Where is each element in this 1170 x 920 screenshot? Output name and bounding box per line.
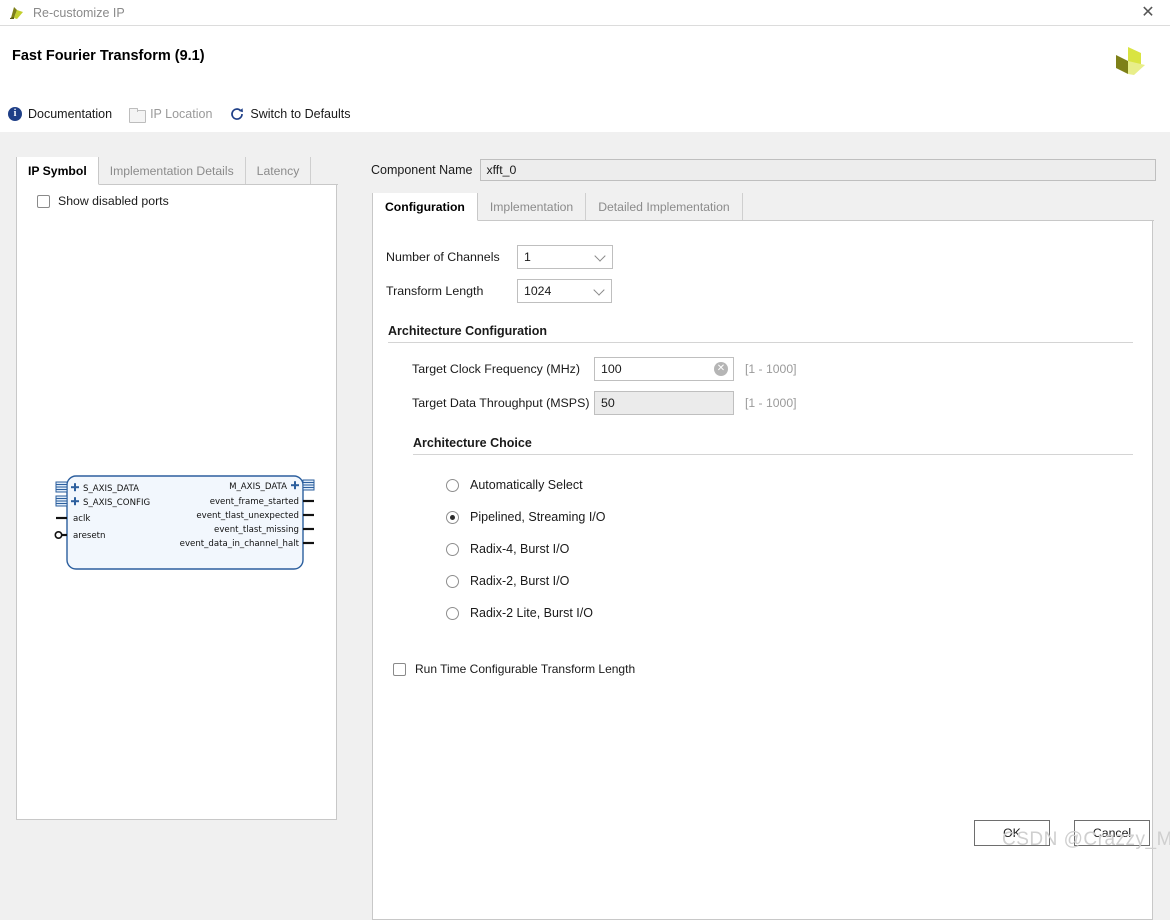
svg-text:event_data_in_channel_halt: event_data_in_channel_halt — [180, 539, 300, 549]
radio-button — [446, 510, 459, 524]
ip-symbol-diagram: S_AXIS_DATA S_AXIS_CONFIG aclk aresetn M… — [53, 470, 323, 580]
close-icon[interactable]: ✕ — [1126, 0, 1170, 26]
tab-implementation-details[interactable]: Implementation Details — [99, 157, 246, 184]
switch-to-defaults-label: Switch to Defaults — [250, 107, 351, 121]
radio-radix-4-burst-io-label: Radix-4, Burst I/O — [470, 542, 570, 556]
svg-text:event_frame_started: event_frame_started — [210, 497, 299, 507]
target-data-throughput-row: Target Data Throughput (MSPS) [1 - 1000] — [412, 391, 1154, 415]
svg-text:M_AXIS_DATA: M_AXIS_DATA — [229, 482, 287, 492]
radio-button — [446, 478, 459, 492]
clear-icon[interactable]: ✕ — [714, 362, 728, 376]
right-tabs-filler — [743, 193, 1154, 220]
window-titlebar: Re-customize IP ✕ — [0, 0, 1170, 26]
radio-radix-2-lite-burst-io[interactable]: Radix-2 Lite, Burst I/O — [446, 606, 1154, 620]
component-name-row: Component Name — [371, 159, 1157, 181]
component-name-input[interactable] — [480, 159, 1157, 181]
tab-latency-label: Latency — [256, 163, 300, 178]
architecture-choice-section: Architecture Choice — [413, 436, 1133, 455]
run-time-configurable-label: Run Time Configurable Transform Length — [415, 662, 636, 676]
show-disabled-ports-checkbox[interactable]: Show disabled ports — [37, 194, 169, 208]
show-disabled-ports-label: Show disabled ports — [58, 194, 169, 208]
target-data-throughput-label: Target Data Throughput (MSPS) — [412, 396, 590, 410]
right-panel-tabs: Configuration Implementation Detailed Im… — [373, 193, 1154, 221]
number-of-channels-row: Number of Channels 1 — [386, 245, 1154, 269]
architecture-configuration-section: Architecture Configuration — [388, 324, 1133, 343]
component-name-label: Component Name — [371, 163, 473, 177]
chevron-down-icon — [594, 250, 606, 262]
target-data-throughput-input — [594, 391, 734, 415]
ok-button[interactable]: OK — [974, 820, 1050, 846]
transform-length-row: Transform Length 1024 — [386, 279, 1154, 303]
tab-implementation-details-label: Implementation Details — [109, 163, 234, 178]
target-clock-frequency-row: Target Clock Frequency (MHz) ✕ [1 - 1000… — [412, 357, 1154, 381]
tab-ip-symbol[interactable]: IP Symbol — [17, 157, 99, 185]
number-of-channels-label: Number of Channels — [386, 250, 500, 264]
radio-pipelined-streaming-io[interactable]: Pipelined, Streaming I/O — [446, 510, 1154, 524]
tab-configuration-label: Configuration — [385, 199, 465, 214]
cancel-button[interactable]: Cancel — [1074, 820, 1150, 846]
svg-text:event_tlast_missing: event_tlast_missing — [214, 525, 299, 535]
configuration-form: Number of Channels 1 Transform Length 10… — [373, 222, 1154, 676]
architecture-configuration-heading: Architecture Configuration — [388, 324, 548, 338]
target-clock-frequency-label: Target Clock Frequency (MHz) — [412, 362, 581, 376]
refresh-icon — [229, 107, 244, 122]
tab-detailed-implementation[interactable]: Detailed Implementation — [586, 193, 743, 220]
ip-symbol-panel: IP Symbol Implementation Details Latency… — [16, 157, 338, 820]
tab-detailed-implementation-label: Detailed Implementation — [598, 199, 730, 214]
ip-location-label: IP Location — [150, 107, 213, 121]
xilinx-logo-icon — [8, 4, 26, 22]
switch-to-defaults-link[interactable]: Switch to Defaults — [229, 107, 350, 122]
target-data-throughput-range: [1 - 1000] — [745, 396, 797, 410]
target-clock-frequency-input[interactable] — [594, 357, 734, 381]
radio-radix-2-burst-io[interactable]: Radix-2, Burst I/O — [446, 574, 1154, 588]
folder-icon — [129, 107, 147, 123]
radio-radix-2-burst-io-label: Radix-2, Burst I/O — [470, 574, 570, 588]
toolbar: i Documentation IP Location Switch to De… — [0, 96, 1170, 132]
run-time-configurable-checkbox[interactable]: Run Time Configurable Transform Length — [393, 662, 1154, 676]
tab-ip-symbol-label: IP Symbol — [28, 163, 87, 178]
radio-radix-2-lite-burst-io-label: Radix-2 Lite, Burst I/O — [470, 606, 593, 620]
radio-automatically-select[interactable]: Automatically Select — [446, 478, 1154, 492]
svg-text:S_AXIS_DATA: S_AXIS_DATA — [83, 484, 139, 494]
radio-button — [446, 574, 459, 588]
checkbox-box — [393, 662, 406, 676]
radio-automatically-select-label: Automatically Select — [470, 478, 583, 492]
dialog-body: IP Symbol Implementation Details Latency… — [0, 132, 1170, 920]
radio-button — [446, 606, 459, 620]
radio-radix-4-burst-io[interactable]: Radix-4, Burst I/O — [446, 542, 1154, 556]
xilinx-brand-logo-icon — [1107, 38, 1153, 84]
documentation-label: Documentation — [28, 107, 113, 121]
target-clock-frequency-range: [1 - 1000] — [745, 362, 797, 376]
section-divider — [413, 454, 1133, 455]
ip-location-link[interactable]: IP Location — [129, 107, 213, 123]
svg-text:S_AXIS_CONFIG: S_AXIS_CONFIG — [83, 498, 150, 508]
window-title: Re-customize IP — [33, 5, 125, 20]
tab-implementation-label: Implementation — [489, 199, 574, 214]
svg-text:aclk: aclk — [73, 514, 90, 524]
info-icon: i — [8, 107, 22, 121]
dialog-header: Fast Fourier Transform (9.1) — [0, 26, 1170, 96]
page-title: Fast Fourier Transform (9.1) — [12, 48, 205, 64]
architecture-choice-radio-group: Automatically Select Pipelined, Streamin… — [446, 478, 1154, 620]
left-tabs-filler — [311, 157, 338, 184]
left-panel-tabs: IP Symbol Implementation Details Latency — [17, 157, 338, 185]
number-of-channels-select[interactable]: 1 — [517, 245, 613, 269]
radio-pipelined-streaming-io-label: Pipelined, Streaming I/O — [470, 510, 606, 524]
tab-latency[interactable]: Latency — [246, 157, 312, 184]
svg-text:aresetn: aresetn — [73, 531, 105, 541]
number-of-channels-value: 1 — [524, 250, 531, 264]
transform-length-label: Transform Length — [386, 284, 484, 298]
transform-length-value: 1024 — [524, 284, 552, 298]
tab-implementation[interactable]: Implementation — [478, 193, 587, 220]
checkbox-box — [37, 194, 50, 208]
radio-button — [446, 542, 459, 556]
documentation-link[interactable]: i Documentation — [8, 107, 112, 121]
svg-text:event_tlast_unexpected: event_tlast_unexpected — [196, 511, 299, 521]
transform-length-select[interactable]: 1024 — [517, 279, 612, 303]
tab-configuration[interactable]: Configuration — [373, 193, 478, 221]
chevron-down-icon — [593, 284, 605, 296]
section-divider — [388, 342, 1133, 343]
configuration-panel: Configuration Implementation Detailed Im… — [372, 193, 1154, 920]
architecture-choice-heading: Architecture Choice — [413, 436, 532, 450]
